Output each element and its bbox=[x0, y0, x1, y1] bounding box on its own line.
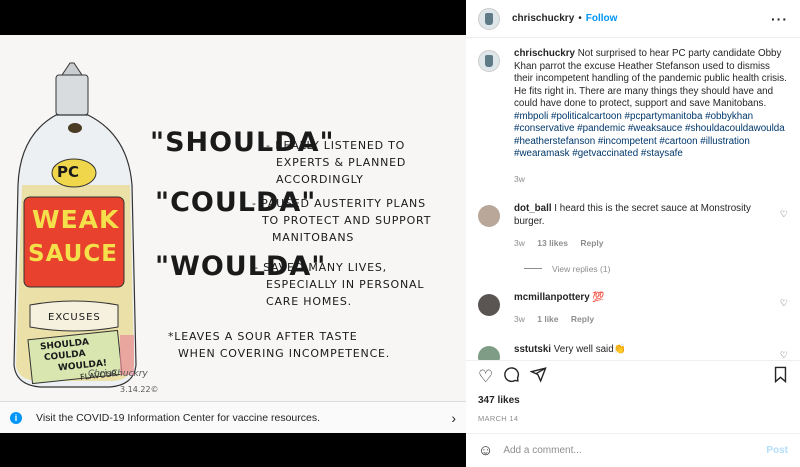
view-replies-link[interactable]: View replies (1) bbox=[524, 264, 788, 274]
coulda-desc-3: MANITOBANS bbox=[272, 231, 355, 244]
footnote-2: WHEN COVERING INCOMPETENCE. bbox=[178, 347, 391, 360]
share-send-icon[interactable] bbox=[529, 366, 547, 388]
replies-line bbox=[524, 268, 542, 269]
shoulda-desc-2: EXPERTS & PLANNED bbox=[276, 156, 407, 169]
like-heart-icon[interactable]: ♡ bbox=[478, 367, 493, 387]
covid-banner-text: Visit the COVID-19 Information Center fo… bbox=[36, 411, 321, 424]
add-comment-bar: ☺ Post bbox=[466, 433, 800, 467]
post-header: chrischuckry • Follow ··· bbox=[466, 0, 800, 38]
comment-text: 💯 bbox=[592, 291, 605, 303]
caption-avatar[interactable] bbox=[478, 50, 500, 72]
cartoon-image: PC WEAK SAUCE EXCUSES SHOULDA COULDA WOU… bbox=[0, 35, 466, 401]
comment-item: dot_ball I heard this is the secret sauc… bbox=[478, 203, 788, 250]
comments-list[interactable]: chrischuckry Not surprised to hear PC pa… bbox=[466, 48, 800, 360]
coulda-desc-2: TO PROTECT AND SUPPORT bbox=[262, 214, 432, 227]
comment-text: Very well said👏 bbox=[553, 343, 626, 355]
coulda-desc-1: - PAUSED AUSTERITY PLANS bbox=[252, 197, 426, 210]
bottle-sauce-label: SAUCE bbox=[28, 241, 118, 267]
woulda-desc-3: CARE HOMES. bbox=[266, 295, 352, 308]
emoji-icon[interactable]: ☺ bbox=[478, 442, 493, 459]
shoulda-desc-1: - REALLY LISTENED TO bbox=[266, 139, 406, 152]
comment-item: sstutski Very well said👏 ♡ bbox=[478, 343, 788, 361]
comment-likes[interactable]: 1 like bbox=[537, 314, 558, 324]
caption-hashtags[interactable]: #mbpoli #politicalcartoon #pcpartymanito… bbox=[514, 111, 785, 160]
comment-item: mcmillanpottery 💯 3w 1 like Reply ♡ bbox=[478, 292, 788, 326]
signature-date: 3.14.22© bbox=[120, 385, 159, 394]
pc-label: PC bbox=[57, 163, 80, 181]
separator-dot: • bbox=[578, 13, 582, 24]
comment-username[interactable]: mcmillanpottery bbox=[514, 292, 590, 303]
author-username[interactable]: chrischuckry bbox=[512, 13, 574, 24]
post-details-panel: chrischuckry • Follow ··· chrischuckry N… bbox=[466, 0, 800, 467]
comment-time: 3w bbox=[514, 238, 525, 248]
commenter-avatar[interactable] bbox=[478, 293, 500, 316]
caption-username[interactable]: chrischuckry bbox=[514, 48, 575, 59]
bookmark-icon[interactable] bbox=[773, 366, 788, 388]
footnote-1: *LEAVES A SOUR AFTER TASTE bbox=[168, 330, 358, 343]
post-media: PC WEAK SAUCE EXCUSES SHOULDA COULDA WOU… bbox=[0, 0, 466, 467]
artist-signature: ChrisChuckry bbox=[88, 369, 148, 379]
caption-time: 3w bbox=[514, 173, 525, 184]
add-comment-input[interactable] bbox=[503, 445, 767, 456]
view-replies-label[interactable]: View replies (1) bbox=[552, 264, 610, 274]
bottle-weak-label: WEAK bbox=[32, 205, 120, 234]
comment-username[interactable]: dot_ball bbox=[514, 203, 552, 214]
more-options-icon[interactable]: ··· bbox=[771, 11, 788, 27]
chevron-right-icon: › bbox=[451, 409, 456, 426]
covid-info-banner[interactable]: i Visit the COVID-19 Information Center … bbox=[0, 401, 466, 433]
woulda-desc-1: - SAVED MANY LIVES, bbox=[254, 261, 387, 274]
commenter-avatar[interactable] bbox=[478, 205, 500, 227]
woulda-desc-2: ESPECIALLY IN PERSONAL bbox=[266, 278, 425, 291]
post-date: MARCH 14 bbox=[478, 414, 519, 423]
caption: chrischuckry Not surprised to hear PC pa… bbox=[478, 48, 788, 185]
follow-button[interactable]: Follow bbox=[586, 13, 618, 24]
post-comment-button[interactable]: Post bbox=[766, 445, 788, 456]
comment-username[interactable]: sstutski bbox=[514, 344, 551, 355]
author-avatar[interactable] bbox=[478, 7, 500, 30]
comment-likes[interactable]: 13 likes bbox=[537, 238, 568, 248]
info-icon: i bbox=[10, 411, 22, 424]
comment-like-heart-icon[interactable]: ♡ bbox=[780, 344, 788, 361]
comment-time: 3w bbox=[514, 314, 525, 324]
comment-bubble-icon[interactable] bbox=[503, 366, 520, 388]
commenter-avatar[interactable] bbox=[478, 345, 500, 360]
likes-count[interactable]: 347 likes bbox=[478, 395, 788, 406]
comment-reply-button[interactable]: Reply bbox=[571, 314, 594, 324]
comment-like-heart-icon[interactable]: ♡ bbox=[780, 292, 788, 326]
comment-reply-button[interactable]: Reply bbox=[580, 238, 603, 248]
shoulda-desc-3: ACCORDINGLY bbox=[276, 173, 364, 186]
comment-like-heart-icon[interactable]: ♡ bbox=[780, 203, 788, 250]
bottle-excuses-label: EXCUSES bbox=[48, 312, 101, 323]
